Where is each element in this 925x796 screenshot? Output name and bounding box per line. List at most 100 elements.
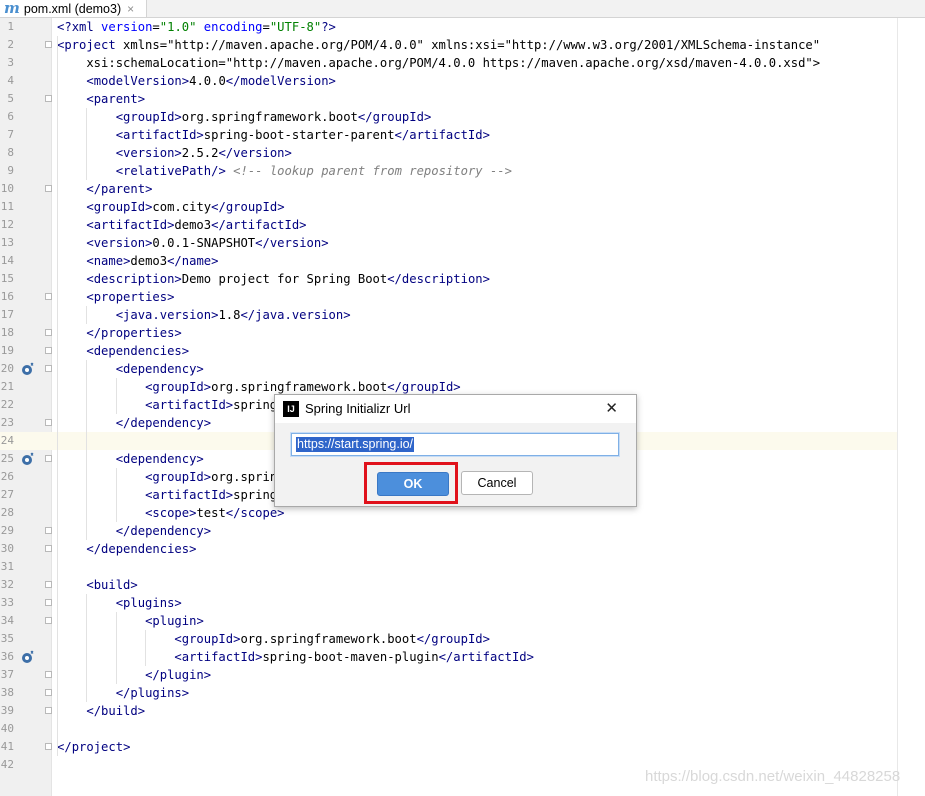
maven-file-icon: m [4, 0, 20, 17]
close-icon[interactable]: ✕ [605, 395, 618, 423]
cancel-button[interactable]: Cancel [461, 471, 533, 495]
line-number: 11 [0, 200, 14, 213]
code-line[interactable]: 1 <?xml version="1.0" encoding="UTF-8"?> [0, 18, 897, 36]
code-line[interactable]: 7 <artifactId>spring-boot-starter-parent… [0, 126, 897, 144]
editor-tab-bar: m pom.xml (demo3) × [0, 0, 925, 18]
fold-marker-icon[interactable] [45, 743, 52, 750]
fold-marker-icon[interactable] [45, 707, 52, 714]
code-line[interactable]: 5 <parent> [0, 90, 897, 108]
line-number: 33 [0, 596, 14, 609]
code-text: <name>demo3</name> [86, 254, 219, 268]
fold-marker-icon[interactable] [45, 527, 52, 534]
code-line[interactable]: 9 <relativePath/> <!-- lookup parent fro… [0, 162, 897, 180]
right-margin-guide [897, 18, 898, 796]
fold-marker-icon[interactable] [45, 689, 52, 696]
code-text: <dependency> [115, 362, 204, 376]
line-number: 7 [7, 128, 14, 141]
code-text: <dependencies> [86, 344, 190, 358]
code-line[interactable]: 29 </dependency> [0, 522, 897, 540]
code-text: </parent> [86, 182, 153, 196]
fold-marker-icon[interactable] [45, 293, 52, 300]
code-line[interactable]: 19 <dependencies> [0, 342, 897, 360]
code-line[interactable]: 8 <version>2.5.2</version> [0, 144, 897, 162]
line-number: 27 [0, 488, 14, 501]
line-number: 10 [0, 182, 14, 195]
line-number: 13 [0, 236, 14, 249]
fold-marker-icon[interactable] [45, 185, 52, 192]
code-text: </properties> [86, 326, 182, 340]
code-line[interactable]: 17 <java.version>1.8</java.version> [0, 306, 897, 324]
line-number: 4 [7, 74, 14, 87]
line-number: 37 [0, 668, 14, 681]
indent-guide [86, 360, 88, 540]
code-text: <groupId>org.springframework.boot</group… [115, 110, 432, 124]
fold-marker-icon[interactable] [45, 545, 52, 552]
code-line[interactable]: 10 </parent> [0, 180, 897, 198]
code-line[interactable]: 40 [0, 720, 897, 738]
code-text: <?xml version="1.0" encoding="UTF-8"?> [57, 20, 336, 34]
code-line[interactable]: 35 <groupId>org.springframework.boot</gr… [0, 630, 897, 648]
code-text: <description>Demo project for Spring Boo… [86, 272, 490, 286]
url-input[interactable]: https://start.spring.io/ [291, 433, 619, 456]
fold-marker-icon[interactable] [45, 329, 52, 336]
line-number: 17 [0, 308, 14, 321]
fold-marker-icon[interactable] [45, 455, 52, 462]
run-gutter-icon[interactable] [21, 452, 35, 466]
line-number: 32 [0, 578, 14, 591]
close-icon[interactable]: × [127, 2, 134, 16]
ok-button[interactable]: OK [377, 472, 449, 496]
line-number: 39 [0, 704, 14, 717]
tab-pom-xml[interactable]: m pom.xml (demo3) × [0, 0, 147, 17]
code-line[interactable]: 3 xsi:schemaLocation="http://maven.apach… [0, 54, 897, 72]
code-line[interactable]: 11 <groupId>com.city</groupId> [0, 198, 897, 216]
code-line[interactable]: 33 <plugins> [0, 594, 897, 612]
line-number: 38 [0, 686, 14, 699]
code-line[interactable]: 18 </properties> [0, 324, 897, 342]
code-line[interactable]: 34 <plugin> [0, 612, 897, 630]
code-line[interactable]: 39 </build> [0, 702, 897, 720]
code-line[interactable]: 4 <modelVersion>4.0.0</modelVersion> [0, 72, 897, 90]
fold-marker-icon[interactable] [45, 95, 52, 102]
code-text: <relativePath/> <!-- lookup parent from … [115, 164, 512, 178]
code-line[interactable]: 41 </project> [0, 738, 897, 756]
code-line[interactable]: 31 [0, 558, 897, 576]
fold-marker-icon[interactable] [45, 347, 52, 354]
intellij-icon: IJ [283, 401, 299, 417]
code-text: <artifactId>spring- [145, 398, 285, 412]
line-number: 30 [0, 542, 14, 555]
code-line[interactable]: 16 <properties> [0, 288, 897, 306]
fold-marker-icon[interactable] [45, 41, 52, 48]
code-text: <artifactId>spring-boot-maven-plugin</ar… [174, 650, 534, 664]
code-text: <dependency> [115, 452, 204, 466]
fold-marker-icon[interactable] [45, 419, 52, 426]
fold-marker-icon[interactable] [45, 581, 52, 588]
code-line[interactable]: 15 <description>Demo project for Spring … [0, 270, 897, 288]
code-line[interactable]: 36 <artifactId>spring-boot-maven-plugin<… [0, 648, 897, 666]
code-line[interactable]: 2 <project xmlns="http://maven.apache.org… [0, 36, 897, 54]
code-line[interactable]: 13 <version>0.0.1-SNAPSHOT</version> [0, 234, 897, 252]
line-number: 19 [0, 344, 14, 357]
code-line[interactable]: 12 <artifactId>demo3</artifactId> [0, 216, 897, 234]
run-gutter-icon[interactable] [21, 362, 35, 376]
line-number: 31 [0, 560, 14, 573]
code-text: <java.version>1.8</java.version> [115, 308, 351, 322]
code-line[interactable]: 37 </plugin> [0, 666, 897, 684]
code-line[interactable]: 20 <dependency> [0, 360, 897, 378]
indent-guide [57, 36, 58, 756]
code-line[interactable]: 6 <groupId>org.springframework.boot</gro… [0, 108, 897, 126]
indent-guide [115, 378, 117, 414]
code-line[interactable]: 32 <build> [0, 576, 897, 594]
fold-marker-icon[interactable] [45, 617, 52, 624]
code-line[interactable]: 38 </plugins> [0, 684, 897, 702]
code-line[interactable]: 14 <name>demo3</name> [0, 252, 897, 270]
fold-marker-icon[interactable] [45, 671, 52, 678]
code-text: </dependency> [115, 416, 212, 430]
dialog-title: Spring Initializr Url [305, 401, 411, 416]
code-text: <groupId>org.spring [145, 470, 285, 484]
indent-guide [86, 594, 88, 702]
indent-guide [86, 306, 88, 324]
fold-marker-icon[interactable] [45, 599, 52, 606]
run-gutter-icon[interactable] [21, 650, 35, 664]
fold-marker-icon[interactable] [45, 365, 52, 372]
code-line[interactable]: 30 </dependencies> [0, 540, 897, 558]
